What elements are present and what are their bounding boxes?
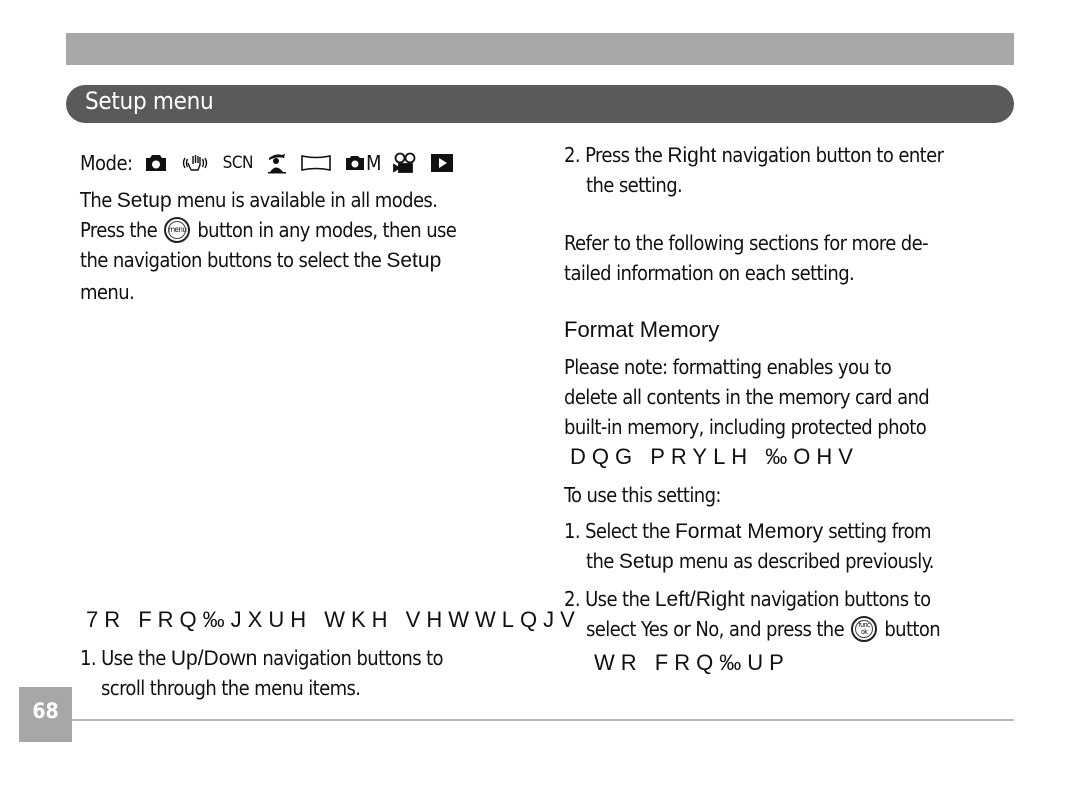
refer-line-2: tailed information on each setting.	[564, 261, 855, 285]
step1-line-2: scroll through the menu items.	[101, 676, 361, 700]
intro-line-1: The Setup menu is available in all modes…	[80, 188, 438, 212]
intro-line-3: the navigation buttons to select the Set…	[80, 248, 442, 272]
anti-shake-hand-icon	[181, 153, 209, 173]
mode-label: Mode:	[80, 151, 133, 175]
section-title: Setup menu	[85, 87, 214, 115]
scn-text-icon: SCN	[222, 153, 254, 173]
fstep2-line-2: select Yes or No, and press the func ok b…	[586, 615, 941, 642]
portrait-scene-icon	[267, 152, 287, 174]
intro-line-4: menu.	[80, 280, 135, 304]
camera-auto-icon	[145, 154, 167, 172]
panorama-icon	[301, 155, 331, 171]
setup-keyword: Setup	[116, 189, 172, 212]
page-number: 68	[19, 687, 72, 742]
footer-divider	[72, 719, 1014, 721]
refer-line-1: Refer to the following sections for more…	[564, 231, 929, 255]
step2-line-2: the setting.	[586, 173, 683, 197]
fstep1-line-1: 1. Select the Format Memory setting from	[564, 519, 932, 543]
setup-keyword: Setup	[386, 249, 442, 272]
camera-manual-icon: M	[345, 151, 382, 175]
right-keyword: Right	[667, 144, 717, 167]
fstep1-line-2: the Setup menu as described previously.	[586, 549, 935, 573]
func-ok-button-icon: func ok	[851, 615, 878, 642]
video-camera-icon	[393, 152, 417, 174]
note-line-1: Please note: formatting enables you to	[564, 355, 892, 379]
up-down-keyword: Up/Down	[170, 647, 258, 670]
menu-button-icon: menu	[164, 216, 191, 243]
fstep2-line-3-garbled: WR FRQ‰UP	[594, 650, 790, 675]
playback-icon	[431, 154, 454, 172]
note-line-4-garbled: DQG PRYLH ‰OHV	[570, 444, 859, 469]
format-memory-heading: Format Memory	[564, 317, 720, 342]
garbled-heading-configure-settings: 7R FRQ‰JXUH WKH VHWWLQJV	[86, 607, 581, 632]
note-line-2: delete all contents in the memory card a…	[564, 385, 930, 409]
setup-keyword: Setup	[618, 550, 674, 573]
note-line-3: built-in memory, including protected pho…	[564, 415, 927, 439]
step2-line-1: 2. Press the Right navigation button to …	[564, 143, 944, 167]
step1-line-1: 1. Use the Up/Down navigation buttons to	[80, 646, 444, 670]
top-decorative-bar	[66, 33, 1014, 65]
use-setting-label: To use this setting:	[564, 483, 721, 507]
left-right-keyword: Left/Right	[654, 588, 745, 611]
fstep2-line-1: 2. Use the Left/Right navigation buttons…	[564, 587, 931, 611]
manual-m-letter: M	[365, 151, 382, 175]
format-memory-keyword: Format Memory	[674, 520, 824, 543]
mode-row: Mode: SCN M	[80, 149, 467, 177]
intro-line-2: Press the menu button in any modes, then…	[80, 216, 457, 243]
